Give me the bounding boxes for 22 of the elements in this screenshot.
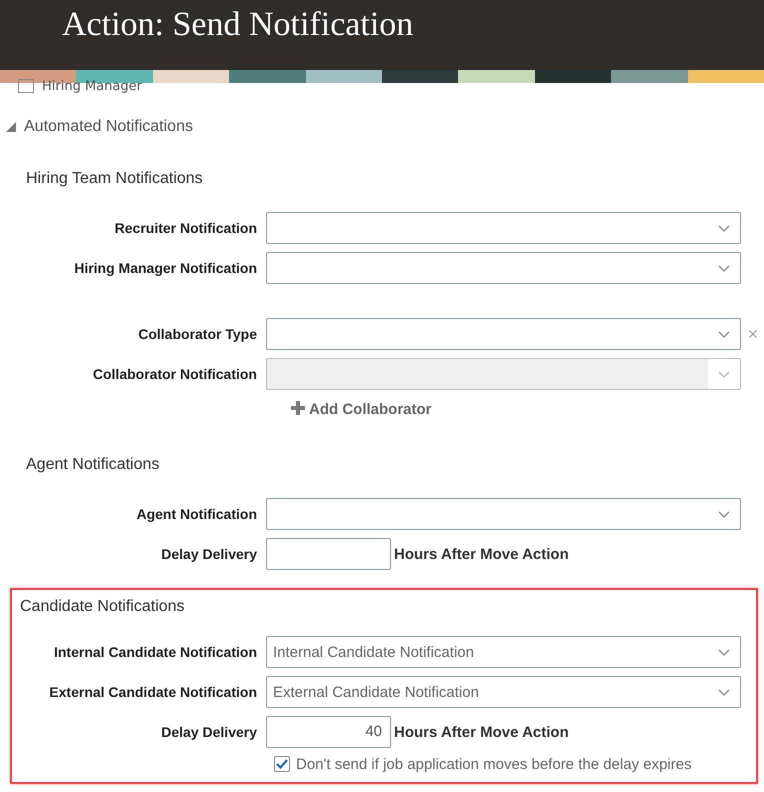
- group-title: Agent Notifications: [25, 456, 160, 474]
- dropdown-field[interactable]: External Candidate Notification: [266, 676, 741, 708]
- field-label: Recruiter Notification: [114, 220, 258, 236]
- add-collaborator-link[interactable]: Add Collaborator: [291, 400, 432, 418]
- group-title: Candidate Notifications: [19, 598, 186, 616]
- field-label: Delay Delivery: [160, 724, 258, 740]
- section-title: Automated Notifications: [24, 118, 193, 136]
- field-label: Agent Notification: [135, 506, 258, 522]
- field-label: Collaborator Type: [137, 326, 258, 342]
- group-title: Hiring Team Notifications: [25, 170, 204, 188]
- number-input[interactable]: 40: [266, 716, 391, 748]
- checkbox-label: Don't send if job application moves before the delay expires: [296, 756, 692, 772]
- field-label: Internal Candidate Notification: [52, 644, 258, 660]
- page-title: Action: Send Notification: [62, 6, 414, 44]
- dropdown-field[interactable]: Internal Candidate Notification: [266, 636, 741, 668]
- field-label: Delay Delivery: [160, 546, 258, 562]
- unit-label: Hours After Move Action: [393, 546, 569, 562]
- field-label: External Candidate Notification: [48, 684, 258, 700]
- field-label: Collaborator Notification: [92, 366, 258, 382]
- field-label: Hiring Manager Notification: [73, 260, 258, 276]
- unit-label: Hours After Move Action: [393, 724, 569, 740]
- checkbox-label: Hiring Manager: [42, 79, 142, 93]
